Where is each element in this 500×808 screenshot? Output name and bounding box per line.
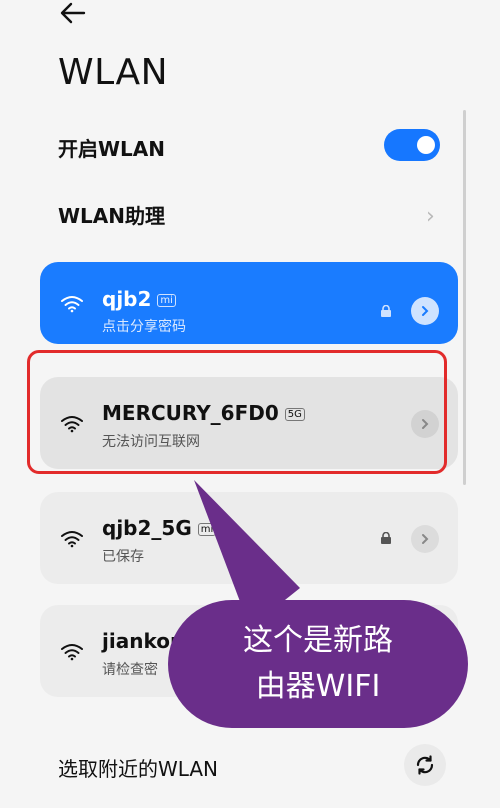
enable-wlan-label: 开启WLAN	[58, 137, 166, 161]
back-arrow-icon[interactable]	[58, 0, 88, 26]
mi-badge: mi	[157, 294, 176, 307]
chevron-right-icon	[422, 306, 429, 316]
select-nearby-wlan-label: 选取附近的WLAN	[58, 757, 219, 781]
wifi-signal-icon	[61, 296, 83, 313]
annotation-line-1: 这个是新路	[243, 623, 393, 658]
page-title: WLAN	[58, 52, 169, 93]
wifi-signal-icon	[61, 531, 83, 548]
chevron-right-icon	[422, 534, 429, 544]
enable-wlan-toggle[interactable]	[384, 129, 440, 161]
network-status: 已保存	[102, 549, 144, 565]
refresh-button[interactable]	[404, 744, 446, 786]
network-status: 点击分享密码	[102, 319, 186, 335]
network-status: 请检查密	[102, 662, 158, 678]
network-ssid: qjb2 mi	[102, 287, 176, 311]
lock-icon	[381, 532, 391, 544]
lock-icon	[381, 305, 391, 317]
refresh-icon	[416, 755, 434, 775]
highlight-box	[27, 350, 447, 474]
chevron-right-icon: ›	[426, 204, 435, 229]
wlan-assistant-label[interactable]: WLAN助理	[58, 200, 165, 229]
annotation-bubble: 这个是新路 由器WIFI	[168, 600, 468, 728]
toggle-knob	[417, 136, 435, 154]
network-card-qjb2[interactable]: qjb2 mi 点击分享密码	[40, 262, 458, 344]
scrollbar[interactable]	[463, 110, 466, 485]
annotation-line-2: 由器WIFI	[255, 669, 381, 704]
wifi-signal-icon	[61, 644, 83, 661]
network-details-button[interactable]	[411, 525, 439, 553]
network-details-button[interactable]	[411, 297, 439, 325]
